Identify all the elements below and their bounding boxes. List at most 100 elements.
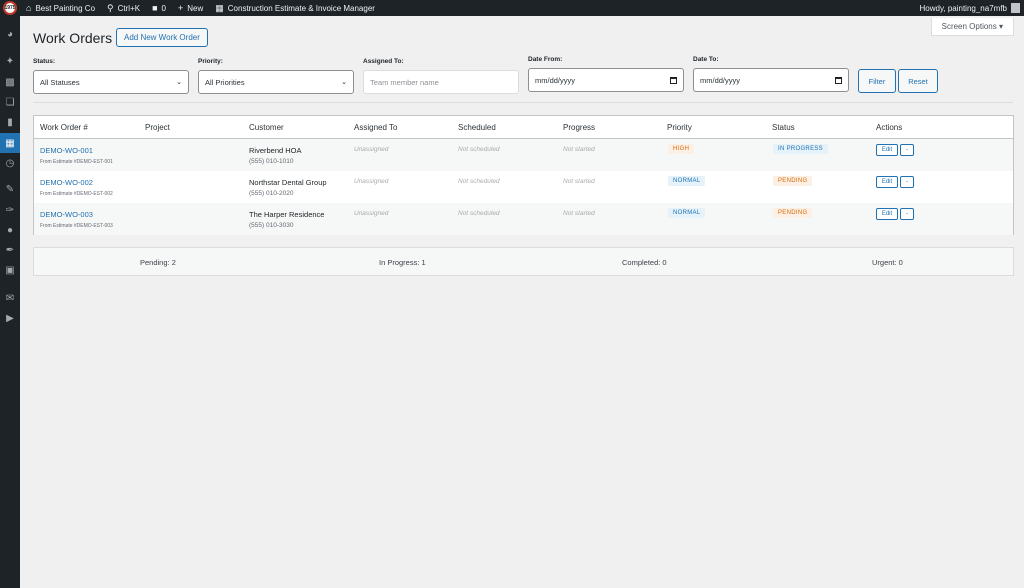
- progress-value: Not started: [563, 178, 595, 185]
- customer-phone: (555) 010-3030: [249, 222, 294, 229]
- more-actions-button[interactable]: -: [900, 176, 914, 188]
- screen-options-button[interactable]: Screen Options ▾: [930, 18, 1014, 36]
- table-row: DEMO-WO-001 From Estimate #DEMO-EST-001 …: [34, 139, 1013, 171]
- brush-icon[interactable]: ✎: [0, 179, 20, 199]
- pages-icon[interactable]: ❏: [0, 92, 20, 112]
- search-icon: ⚲: [107, 2, 114, 13]
- column-header[interactable]: Scheduled: [458, 123, 496, 132]
- more-actions-button[interactable]: -: [900, 144, 914, 156]
- logo-icon: 1975: [3, 1, 17, 15]
- table-header: Work Order # Project Customer Assigned T…: [34, 116, 1013, 139]
- add-new-work-order-button[interactable]: Add New Work Order: [116, 28, 208, 47]
- customer-phone: (555) 010-2020: [249, 190, 294, 197]
- priority-label: Priority:: [198, 58, 223, 65]
- plugin-name: Construction Estimate & Invoice Manager: [227, 3, 375, 13]
- column-header[interactable]: Status: [772, 123, 795, 132]
- search-shortcut[interactable]: ⚲ Ctrl+K: [101, 0, 146, 16]
- column-header[interactable]: Progress: [563, 123, 595, 132]
- avatar: [1011, 3, 1020, 13]
- media-icon[interactable]: ▩: [0, 72, 20, 92]
- edit-button[interactable]: Edit: [876, 176, 898, 188]
- chevron-down-icon: ⌄: [176, 79, 182, 86]
- assigned-to-value: Unassigned: [354, 146, 389, 153]
- wrench-icon[interactable]: ✒: [0, 240, 20, 260]
- site-name: Best Painting Co: [35, 3, 96, 13]
- stat-urgent: Urgent: 0: [872, 258, 903, 267]
- search-shortcut-label: Ctrl+K: [117, 3, 141, 13]
- priority-select[interactable]: All Priorities ⌄: [198, 70, 354, 94]
- priority-badge: NORMAL: [668, 208, 706, 218]
- stats-bar: Pending: 2 In Progress: 1 Completed: 0 U…: [33, 247, 1014, 276]
- date-from-value: mm/dd/yyyy: [535, 75, 576, 85]
- filters-bar: Status: All Statuses ⌄ Priority: All Pri…: [33, 56, 1013, 96]
- site-name-link[interactable]: ⌂ Best Painting Co: [20, 0, 101, 16]
- edit-button[interactable]: Edit: [876, 144, 898, 156]
- plugins-icon[interactable]: ✑: [0, 200, 20, 220]
- scheduled-value: Not scheduled: [458, 210, 500, 217]
- site-logo[interactable]: 1975: [0, 0, 20, 16]
- column-header[interactable]: Work Order #: [40, 123, 88, 132]
- progress-value: Not started: [563, 210, 595, 217]
- calculator-icon: ▦: [215, 2, 224, 13]
- column-header[interactable]: Project: [145, 123, 170, 132]
- assigned-to-placeholder: Team member name: [370, 77, 439, 87]
- status-select-value: All Statuses: [40, 77, 80, 87]
- column-header[interactable]: Assigned To: [354, 123, 397, 132]
- play-icon[interactable]: ▶: [0, 308, 20, 328]
- work-order-link[interactable]: DEMO-WO-001: [40, 146, 93, 155]
- stat-pending: Pending: 2: [140, 258, 176, 267]
- page-title: Work Orders: [33, 30, 113, 46]
- status-label: Status:: [33, 58, 56, 65]
- admin-menu: ◕ ✦ ▩ ❏ ▮ ▦ ◷ ✎ ✑ ● ✒ ▣ ✉ ▶: [0, 16, 20, 588]
- pin-icon[interactable]: ✦: [0, 51, 20, 71]
- priority-badge: HIGH: [668, 144, 695, 154]
- users-icon[interactable]: ●: [0, 220, 20, 240]
- calendar-icon[interactable]: [835, 76, 842, 84]
- priority-select-value: All Priorities: [205, 77, 245, 87]
- work-order-link[interactable]: DEMO-WO-002: [40, 178, 93, 187]
- comments-count: 0: [161, 3, 166, 13]
- settings-icon[interactable]: ▣: [0, 260, 20, 280]
- main-content: Screen Options ▾ Work Orders Add New Wor…: [20, 16, 1024, 588]
- plugin-link[interactable]: ▦ Construction Estimate & Invoice Manage…: [209, 0, 381, 16]
- comments-link[interactable]: ■ 0: [146, 0, 172, 16]
- column-header[interactable]: Priority: [667, 123, 692, 132]
- assigned-to-label: Assigned To:: [363, 58, 404, 65]
- date-to-input[interactable]: mm/dd/yyyy: [693, 68, 849, 92]
- scheduled-value: Not scheduled: [458, 146, 500, 153]
- comments-icon[interactable]: ▮: [0, 112, 20, 132]
- calendar-icon[interactable]: [670, 76, 677, 84]
- filter-button[interactable]: Filter: [858, 69, 896, 93]
- new-label: New: [187, 3, 204, 13]
- work-orders-table: Work Order # Project Customer Assigned T…: [33, 115, 1014, 235]
- date-from-input[interactable]: mm/dd/yyyy: [528, 68, 684, 92]
- admin-bar: 1975 ⌂ Best Painting Co ⚲ Ctrl+K ■ 0 + N…: [0, 0, 1024, 16]
- reset-button[interactable]: Reset: [898, 69, 938, 93]
- customer-phone: (555) 010-1010: [249, 158, 294, 165]
- clock-icon[interactable]: ◷: [0, 153, 20, 173]
- date-from-label: Date From:: [528, 56, 563, 63]
- chevron-down-icon: ⌄: [341, 79, 347, 86]
- plus-icon: +: [177, 2, 184, 13]
- divider: [33, 102, 1013, 103]
- comment-icon: ■: [152, 2, 158, 13]
- status-select[interactable]: All Statuses ⌄: [33, 70, 189, 94]
- edit-button[interactable]: Edit: [876, 208, 898, 220]
- more-actions-button[interactable]: -: [900, 208, 914, 220]
- customer-name: The Harper Residence: [249, 210, 325, 219]
- assigned-to-input[interactable]: Team member name: [363, 70, 519, 94]
- column-header: Actions: [876, 123, 903, 132]
- new-content-link[interactable]: + New: [172, 0, 209, 16]
- status-badge: IN PROGRESS: [773, 144, 828, 154]
- account-menu[interactable]: Howdy, painting_na7mfb: [914, 0, 1024, 16]
- mail-icon[interactable]: ✉: [0, 288, 20, 308]
- calculator-icon[interactable]: ▦: [0, 133, 20, 153]
- customer-name: Riverbend HOA: [249, 146, 302, 155]
- assigned-to-value: Unassigned: [354, 178, 389, 185]
- work-order-link[interactable]: DEMO-WO-003: [40, 210, 93, 219]
- howdy-text: Howdy, painting_na7mfb: [919, 3, 1007, 13]
- column-header[interactable]: Customer: [249, 123, 284, 132]
- home-icon: ⌂: [26, 2, 32, 13]
- estimate-reference: From Estimate #DEMO-EST-001: [40, 159, 113, 165]
- dashboard-icon[interactable]: ◕: [0, 24, 20, 44]
